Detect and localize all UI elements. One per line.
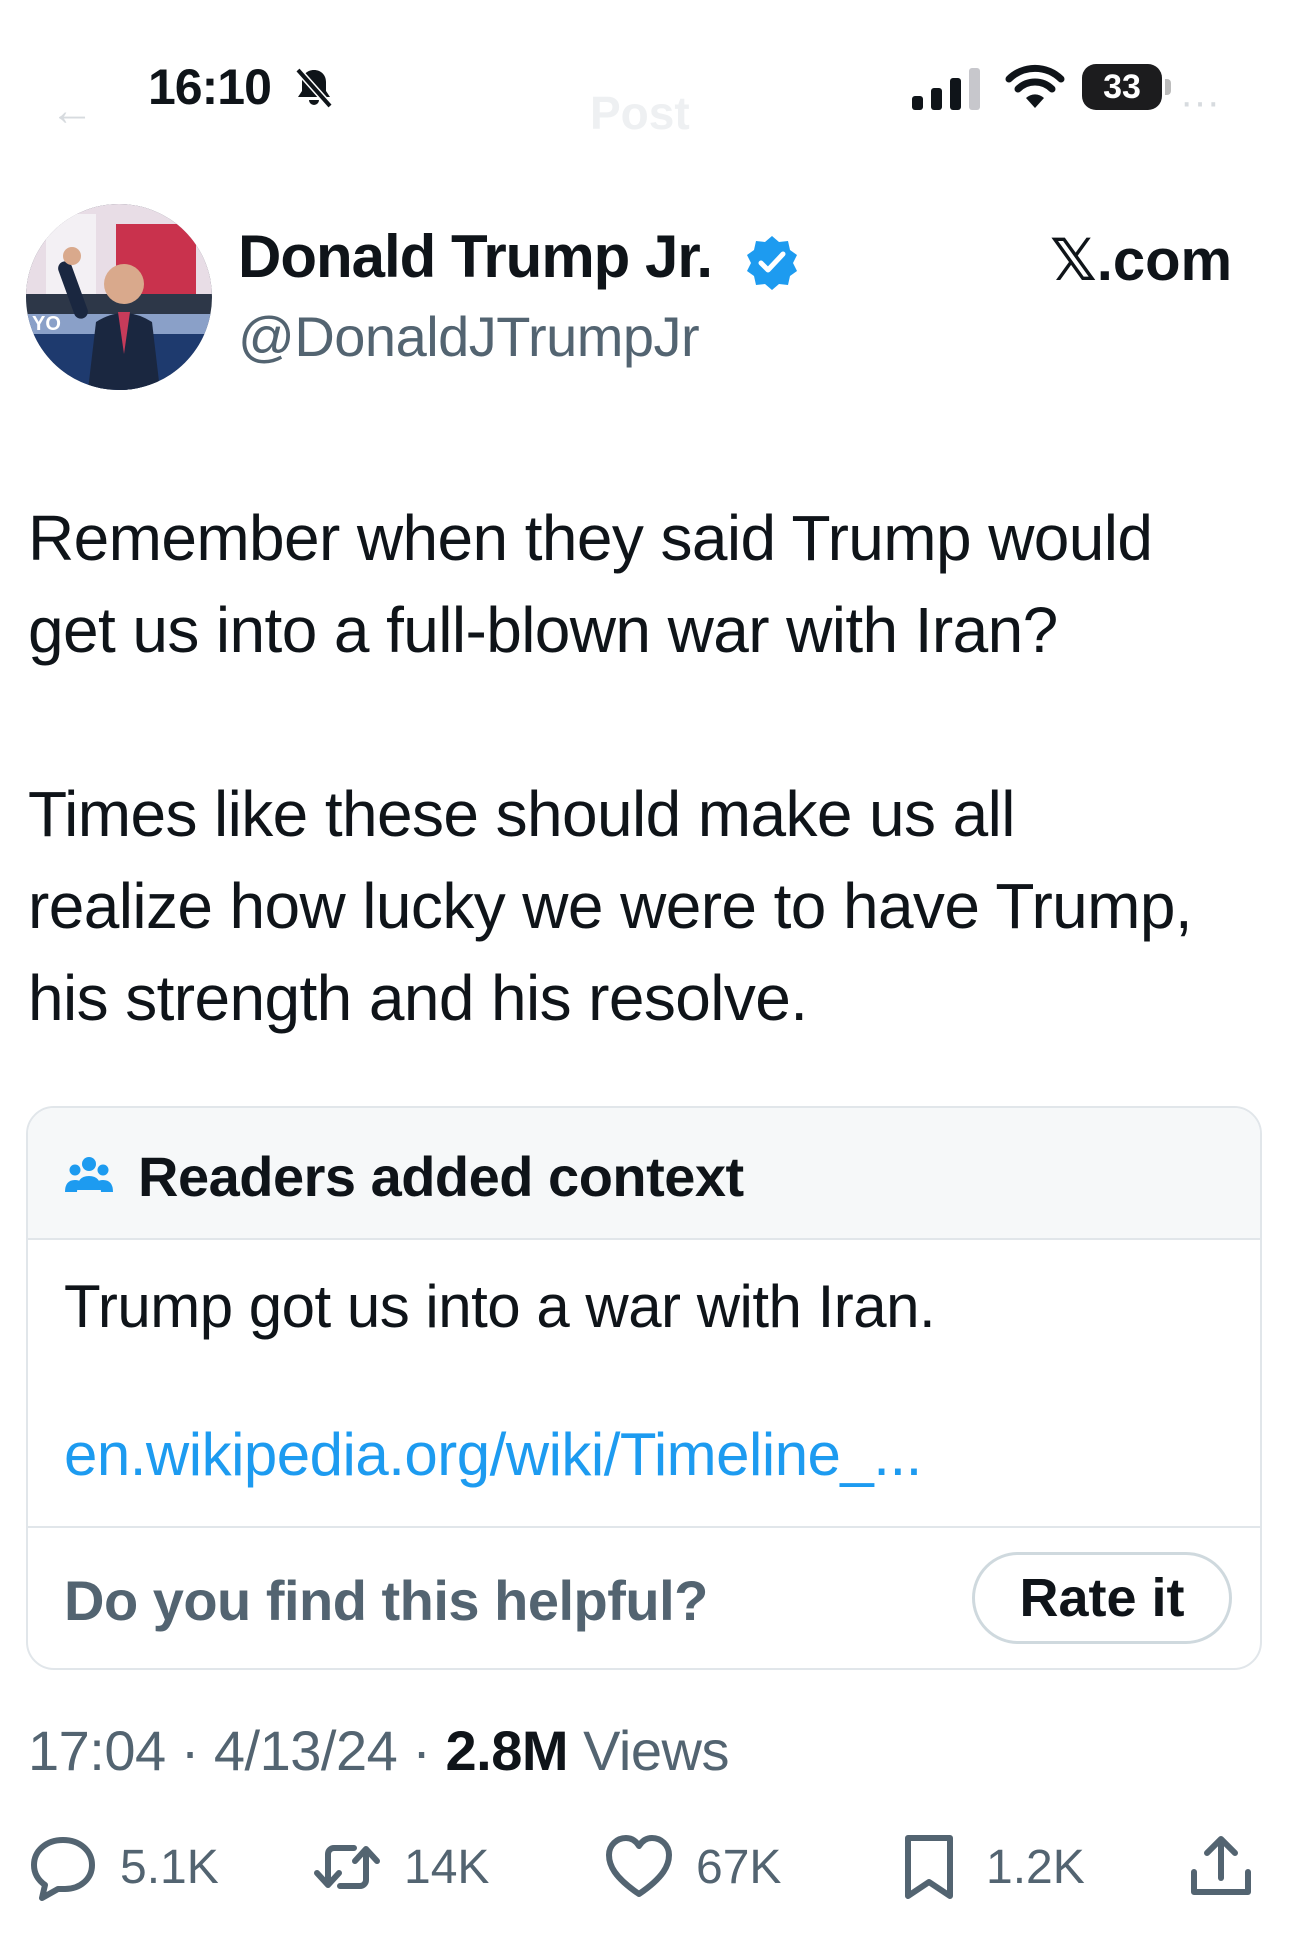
tweet-text: Remember when they said Trump would get … bbox=[28, 492, 1268, 1044]
repost-icon bbox=[314, 1845, 380, 1889]
battery-indicator: 33 bbox=[1082, 64, 1172, 110]
note-source-link[interactable]: en.wikipedia.org/wiki/Timeline_... bbox=[64, 1420, 922, 1489]
reply-button[interactable]: 5.1K bbox=[28, 1832, 219, 1902]
rate-it-button[interactable]: Rate it bbox=[972, 1552, 1232, 1644]
community-note: Readers added context Trump got us into … bbox=[26, 1106, 1262, 1670]
wifi-icon bbox=[1005, 64, 1065, 108]
views-count[interactable]: 2.8M bbox=[446, 1719, 569, 1782]
post-date[interactable]: 4/13/24 bbox=[214, 1719, 398, 1782]
note-header: Readers added context bbox=[28, 1108, 1260, 1240]
avatar[interactable]: YO bbox=[26, 204, 212, 390]
post-time[interactable]: 17:04 bbox=[28, 1719, 166, 1782]
svg-text:YO: YO bbox=[32, 313, 61, 335]
note-footer: Do you find this helpful? Rate it bbox=[28, 1526, 1260, 1668]
note-title: Readers added context bbox=[138, 1145, 744, 1208]
cellular-signal-icon bbox=[912, 68, 980, 110]
repost-button[interactable]: 14K bbox=[312, 1832, 489, 1902]
share-button[interactable] bbox=[1186, 1832, 1256, 1902]
verified-badge-icon bbox=[747, 236, 797, 290]
like-count: 67K bbox=[696, 1840, 782, 1894]
more-options-icon[interactable]: ··· bbox=[1180, 80, 1220, 125]
author-handle[interactable]: @DonaldJTrumpJr bbox=[238, 304, 700, 369]
repost-count: 14K bbox=[404, 1840, 490, 1894]
reply-icon bbox=[31, 1837, 95, 1901]
bookmark-button[interactable]: 1.2K bbox=[894, 1832, 1085, 1902]
post-meta: 17:04 · 4/13/24 · 2.8M Views bbox=[28, 1718, 729, 1783]
tweet-paragraph-2: Times like these should make us all real… bbox=[28, 778, 1193, 1034]
note-text: Trump got us into a war with Iran. bbox=[64, 1273, 936, 1340]
share-icon bbox=[1191, 1836, 1251, 1895]
x-com-watermark: 𝕏.com bbox=[1050, 228, 1233, 293]
people-icon bbox=[65, 1157, 113, 1192]
status-time: 16:10 bbox=[148, 59, 272, 115]
bookmark-count: 1.2K bbox=[986, 1840, 1085, 1894]
reply-count: 5.1K bbox=[120, 1840, 219, 1894]
helpful-question: Do you find this helpful? bbox=[64, 1569, 708, 1632]
meta-separator: · bbox=[397, 1719, 446, 1782]
battery-level: 33 bbox=[1082, 64, 1162, 110]
heart-icon bbox=[606, 1835, 672, 1897]
avatar-image: YO bbox=[26, 204, 212, 390]
bookmark-icon bbox=[905, 1835, 953, 1899]
like-button[interactable]: 67K bbox=[604, 1832, 781, 1902]
back-arrow-icon[interactable]: ← bbox=[50, 86, 94, 136]
bell-muted-icon bbox=[295, 67, 333, 109]
views-label: Views bbox=[568, 1719, 729, 1782]
nav-title: Post bbox=[590, 87, 690, 139]
meta-separator: · bbox=[165, 1719, 214, 1782]
author-name[interactable]: Donald Trump Jr. bbox=[238, 222, 713, 291]
tweet-paragraph-1: Remember when they said Trump would get … bbox=[28, 502, 1153, 666]
battery-tip bbox=[1165, 79, 1171, 95]
